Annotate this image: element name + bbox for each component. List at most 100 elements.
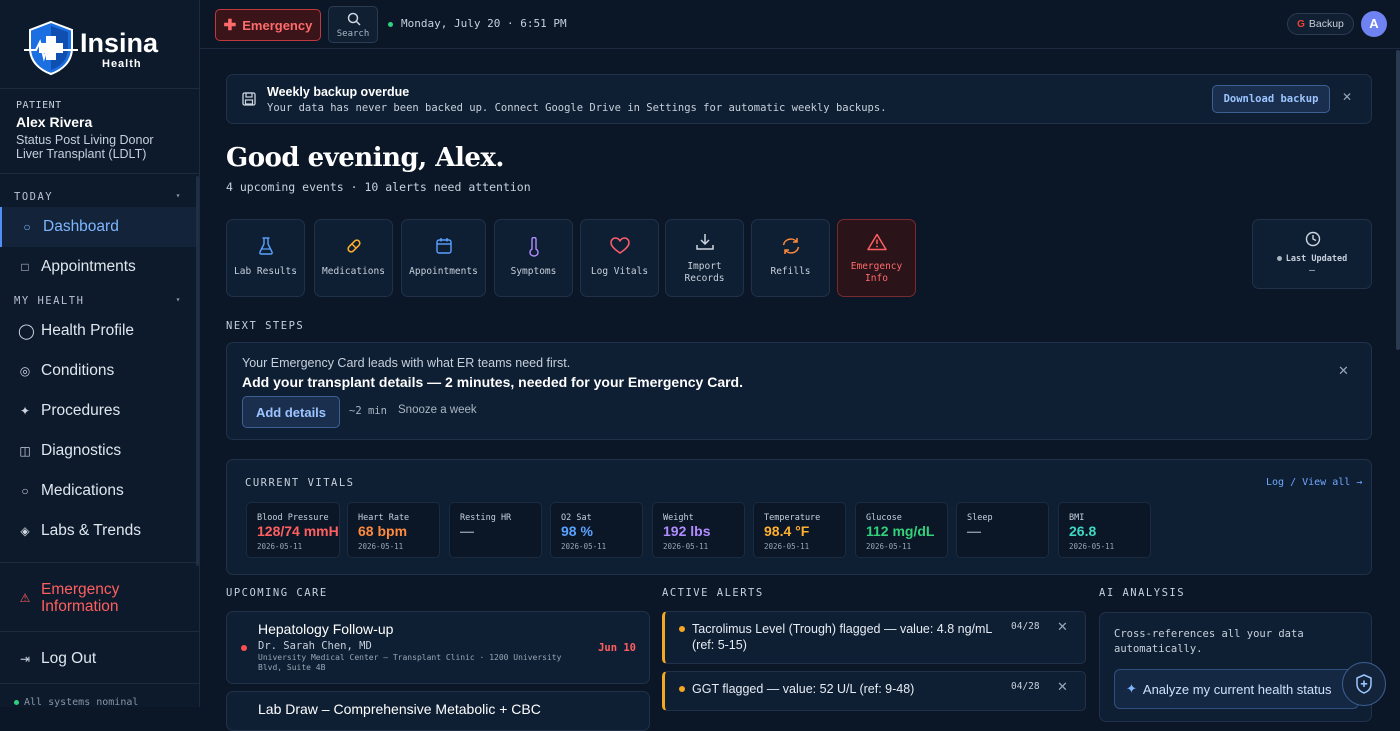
sidebar-item-health-profile[interactable]: ◯ Health Profile — [0, 311, 196, 351]
ai-analysis-header: AI ANALYSIS — [1099, 587, 1186, 599]
main-scrollbar[interactable] — [1396, 50, 1400, 350]
google-icon: G — [1297, 18, 1305, 30]
banner-title: Weekly backup overdue — [267, 85, 410, 99]
sidebar-item-labs-trends[interactable]: ◈ Labs & Trends — [0, 511, 196, 551]
download-backup-button[interactable]: Download backup — [1212, 85, 1330, 113]
quick-action-emergency-info[interactable]: Emergency Info — [837, 219, 916, 297]
shield-plus-icon — [1356, 674, 1372, 694]
appointment-title: Hepatology Follow-up — [258, 621, 394, 637]
upcoming-care-header: UPCOMING CARE — [226, 587, 328, 599]
log-view-all-link[interactable]: Log / View all → — [1266, 477, 1362, 488]
sparkle-icon: ✦ — [1126, 681, 1137, 696]
sidebar-item-label: Dashboard — [43, 218, 119, 235]
vital-tile[interactable]: Weight 192 lbs 2026-05-11 — [652, 502, 745, 558]
status-dot — [14, 699, 19, 705]
alert-text: GGT flagged — value: 52 U/L (ref: 9-48) — [692, 682, 915, 696]
logout-label: Log Out — [41, 650, 97, 667]
patient-card: PATIENT Alex Rivera Status Post Living D… — [0, 88, 199, 174]
appointment-item[interactable]: Lab Draw – Comprehensive Metabolic + CBC — [226, 691, 650, 731]
grid-icon: ◫ — [19, 444, 31, 458]
sidebar-item-label: Health Profile — [41, 322, 135, 339]
sidebar-item-diagnostics[interactable]: ◫ Diagnostics — [0, 431, 196, 471]
sidebar-item-dashboard[interactable]: ○ Dashboard — [0, 207, 196, 247]
page-title: Good evening, Alex. — [226, 143, 504, 173]
chevron-down-icon: ▾ — [175, 191, 182, 200]
quick-action-medications[interactable]: Medications — [314, 219, 393, 297]
warning-icon: ⚠ — [19, 590, 31, 605]
clock-icon — [1305, 231, 1321, 247]
analyze-health-button[interactable]: ✦ Analyze my current health status — [1114, 669, 1359, 709]
snooze-link[interactable]: Snooze a week — [398, 404, 477, 416]
close-icon[interactable]: ✕ — [1338, 363, 1349, 379]
backup-button-label: Backup — [1308, 18, 1344, 30]
vital-tile[interactable]: Blood Pressure 128/74 mmHg 2026-05-11 — [246, 502, 340, 558]
quick-action-symptoms[interactable]: Symptoms — [494, 219, 573, 297]
emergency-button-label: Emergency — [242, 17, 313, 33]
alert-item[interactable]: GGT flagged — value: 52 U/L (ref: 9-48) … — [662, 671, 1086, 711]
pill-icon — [346, 239, 361, 253]
health-assistant-button[interactable] — [1342, 662, 1386, 706]
quick-action-lab-results[interactable]: Lab Results — [226, 219, 305, 297]
sidebar-scrollbar[interactable] — [196, 176, 199, 566]
vital-tile[interactable]: BMI 26.8 2026-05-11 — [1058, 502, 1151, 558]
save-icon — [242, 92, 256, 106]
emergency-button[interactable]: ✚ Emergency — [215, 9, 321, 41]
close-icon[interactable]: ✕ — [1342, 90, 1352, 104]
last-updated-label: Last Updated — [1253, 254, 1371, 264]
sidebar-item-label: Appointments — [41, 258, 136, 275]
vital-label: Blood Pressure — [257, 513, 329, 523]
vital-tile[interactable]: Resting HR — — [449, 502, 542, 558]
divider — [0, 631, 199, 632]
thermometer-icon — [528, 237, 539, 257]
circle-outline-icon: ○ — [21, 484, 29, 498]
vital-tile[interactable]: Temperature 98.4 °F 2026-05-11 — [753, 502, 846, 558]
section-header-my-health[interactable]: MY HEALTH ▾ — [14, 295, 184, 307]
vital-tile[interactable]: Sleep — — [956, 502, 1049, 558]
sidebar-item-medications[interactable]: ○ Medications — [0, 471, 196, 511]
status-dot — [241, 645, 247, 651]
vital-tile[interactable]: Glucose 112 mg/dL 2026-05-11 — [855, 502, 948, 558]
avatar[interactable]: A — [1361, 11, 1387, 37]
quick-action-import-records[interactable]: Import Records — [665, 219, 744, 297]
download-icon — [695, 234, 714, 250]
appointment-item[interactable]: Hepatology Follow-up Dr. Sarah Chen, MD … — [226, 611, 650, 684]
quick-action-refills[interactable]: Refills — [751, 219, 830, 297]
logout-button[interactable]: ⇥ Log Out — [0, 639, 196, 679]
vital-label: Heart Rate — [358, 513, 410, 523]
search-button[interactable]: Search — [328, 6, 378, 43]
target-icon: ◎ — [19, 364, 31, 378]
last-updated-value: — — [1308, 265, 1316, 276]
section-header-today[interactable]: TODAY ▾ — [14, 191, 184, 203]
last-updated-label-text: Last Updated — [1285, 254, 1348, 264]
vital-value: 68 bpm — [358, 523, 408, 539]
dismiss-icon[interactable]: ✕ — [1057, 619, 1068, 635]
system-status: All systems nominal — [14, 697, 138, 707]
vital-tile[interactable]: Heart Rate 68 bpm 2026-05-11 — [347, 502, 440, 558]
sidebar-item-appointments[interactable]: □ Appointments — [0, 247, 196, 287]
alert-item[interactable]: Tacrolimus Level (Trough) flagged — valu… — [662, 611, 1086, 664]
current-vitals-card: CURRENT VITALS Log / View all → Blood Pr… — [226, 459, 1372, 575]
sidebar-item-conditions[interactable]: ◎ Conditions — [0, 351, 196, 391]
vital-tile[interactable]: O2 Sat 98 % 2026-05-11 — [550, 502, 643, 558]
add-details-button[interactable]: Add details — [242, 396, 340, 428]
shield-logo-icon — [24, 20, 78, 76]
brand-logo[interactable]: Insina Health — [24, 18, 174, 76]
sidebar-item-emergency-information[interactable]: ⚠ Emergency Information — [0, 576, 196, 620]
quick-action-label: Emergency Info — [850, 261, 903, 284]
dismiss-icon[interactable]: ✕ — [1057, 679, 1068, 695]
topbar: ✚ Emergency Search Monday, July 20 · 6:5… — [200, 0, 1400, 49]
logout-icon: ⇥ — [19, 652, 31, 666]
vital-label: Glucose — [866, 513, 902, 523]
datetime-text: Monday, July 20 · 6:51 PM — [401, 17, 567, 30]
quick-action-log-vitals[interactable]: Log Vitals — [580, 219, 659, 297]
vital-date: 2026-05-11 — [663, 542, 709, 551]
alert-date: 04/28 — [1011, 621, 1040, 632]
quick-action-appointments[interactable]: Appointments — [401, 219, 486, 297]
circle-icon: ◯ — [18, 323, 35, 340]
plus-icon: ✚ — [223, 17, 237, 34]
sidebar-item-procedures[interactable]: ✦ Procedures — [0, 391, 196, 431]
vital-date: 2026-05-11 — [257, 542, 303, 551]
backup-button[interactable]: G Backup — [1287, 13, 1354, 35]
next-steps-subtitle: Your Emergency Card leads with what ER t… — [242, 356, 571, 370]
status-dot — [1276, 256, 1282, 261]
